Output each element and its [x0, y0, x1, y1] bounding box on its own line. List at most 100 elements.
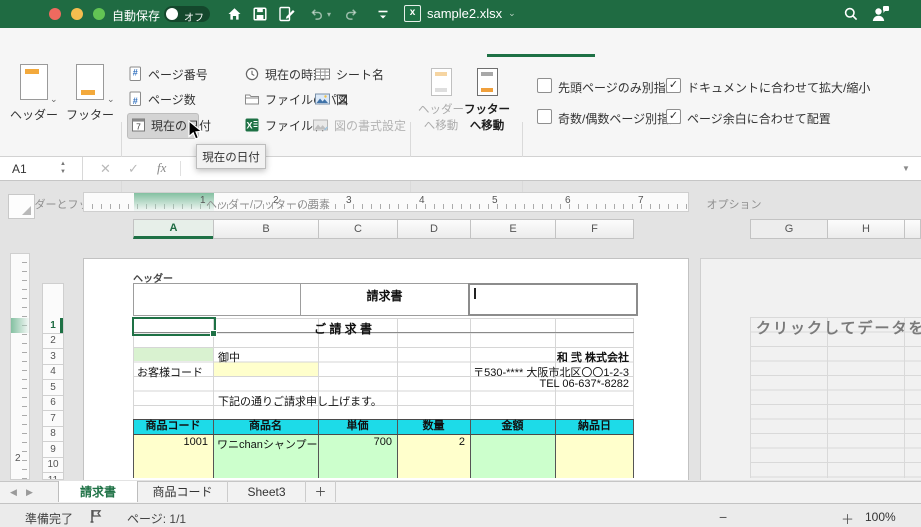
save-icon[interactable]: [252, 6, 268, 27]
table-header-qty[interactable]: 数量: [397, 420, 470, 433]
zoom-out-icon[interactable]: −: [719, 509, 727, 525]
home-icon[interactable]: [226, 6, 243, 27]
checkbox-scale-with-document[interactable]: ✓: [666, 78, 681, 93]
minimize-window-button[interactable]: [71, 8, 83, 20]
row-header-7[interactable]: 7: [43, 411, 63, 427]
column-header-a[interactable]: A: [133, 219, 214, 239]
label-align-with-margins[interactable]: ページ余白に合わせて配置: [687, 110, 831, 127]
row-header-9[interactable]: 9: [43, 442, 63, 458]
filename: sample2.xlsx: [427, 6, 503, 21]
row-header-1[interactable]: 1: [43, 318, 63, 334]
column-header-h[interactable]: H: [827, 219, 905, 239]
insert-function-icon[interactable]: fx: [157, 160, 166, 176]
checkbox-different-odd-even[interactable]: [537, 109, 552, 124]
label-different-odd-even[interactable]: 奇数/偶数ページ別指定: [558, 110, 681, 127]
ribbon-display-options-icon[interactable]: [376, 8, 390, 26]
close-window-button[interactable]: [49, 8, 61, 20]
check-icon: ✓: [668, 110, 679, 122]
macro-flag-icon[interactable]: [88, 508, 104, 524]
table-header-price[interactable]: 単価: [318, 420, 397, 433]
document-title[interactable]: x sample2.xlsx ⌄: [404, 5, 516, 22]
undo-chevron-icon[interactable]: ▾: [327, 10, 331, 19]
company-name[interactable]: 和 弐 株式会社: [400, 349, 629, 365]
picture-button[interactable]: 図: [314, 89, 348, 109]
footer-chevron-icon[interactable]: ⌄: [107, 94, 115, 105]
format-picture-button: 図の書式設定: [312, 115, 406, 135]
checkbox-align-with-margins[interactable]: ✓: [666, 109, 681, 124]
stepper-up-icon[interactable]: ▲: [60, 160, 66, 168]
checkbox-different-first-page[interactable]: [537, 78, 552, 93]
row-headers: 1 2 3 4 5 6 7 8 9 10 11: [42, 283, 64, 480]
sheet-name-button[interactable]: シート名: [314, 64, 384, 84]
cancel-icon[interactable]: ✕: [100, 161, 111, 177]
row-header-10[interactable]: 10: [43, 458, 63, 473]
column-header-e[interactable]: E: [470, 219, 556, 239]
table-header-amount[interactable]: 金額: [470, 420, 555, 433]
row-header-11[interactable]: 11: [43, 473, 63, 479]
search-icon[interactable]: [843, 6, 859, 27]
edit-document-icon[interactable]: [277, 5, 296, 28]
onchu-text[interactable]: 御中: [218, 349, 240, 365]
row-header-4[interactable]: 4: [43, 365, 63, 380]
row-header-8[interactable]: 8: [43, 427, 63, 442]
column-header-b[interactable]: B: [213, 219, 319, 239]
tab-scroll-right-icon[interactable]: ▶: [26, 487, 33, 498]
page-header-center[interactable]: 請求書: [300, 283, 469, 316]
sheet-tab-invoice[interactable]: 請求書: [58, 481, 138, 502]
column-header-c[interactable]: C: [318, 219, 398, 239]
page-number-label: ページ番号: [148, 67, 208, 82]
undo-button[interactable]: ▾: [308, 6, 331, 22]
vertical-ruler: 2: [10, 253, 30, 480]
row-header-6[interactable]: 6: [43, 396, 63, 411]
tab-scroll-left-icon[interactable]: ◀: [10, 487, 17, 498]
current-time-button[interactable]: 現在の時刻: [244, 64, 325, 84]
stepper-down-icon[interactable]: ▼: [60, 168, 66, 176]
table-header-code[interactable]: 商品コード: [133, 420, 213, 433]
excel-window: 自動保存 オフ ▾ x sample2.xlsx ⌄ ヘッダー ⌄ フッター ⌄…: [0, 0, 921, 527]
picture-label: 図: [336, 92, 349, 107]
invoice-note[interactable]: 下記の通りご請求申し上げます。: [218, 393, 382, 409]
label-different-first-page[interactable]: 先頭ページのみ別指定: [558, 79, 678, 96]
zoom-in-icon[interactable]: ＋: [841, 509, 854, 527]
column-header-g[interactable]: G: [750, 219, 828, 239]
autosave-toggle[interactable]: オフ: [164, 6, 210, 24]
row-header-3[interactable]: 3: [43, 349, 63, 365]
fill-handle[interactable]: [210, 330, 217, 337]
invoice-title[interactable]: ご 請 求 書: [213, 320, 473, 337]
item-price[interactable]: 700: [318, 436, 392, 448]
header-chevron-icon[interactable]: ⌄: [50, 94, 58, 105]
page2-placeholder[interactable]: クリックしてデータを: [756, 317, 921, 338]
title-bar: 自動保存 オフ ▾ x sample2.xlsx ⌄: [0, 0, 921, 28]
item-qty[interactable]: 2: [397, 436, 465, 448]
go-to-footer-button[interactable]: フッター へ移動: [464, 68, 510, 133]
select-all-corner[interactable]: [8, 194, 35, 219]
company-tel[interactable]: TEL 06-637*-8282: [430, 378, 630, 390]
customer-code-label[interactable]: お客様コード: [137, 364, 203, 380]
item-code[interactable]: 1001: [133, 436, 208, 448]
add-sheet-button[interactable]: ＋: [306, 481, 336, 502]
formula-bar-expand-icon[interactable]: ▼: [902, 164, 910, 173]
row-header-5[interactable]: 5: [43, 380, 63, 396]
row-header-2[interactable]: 2: [43, 334, 63, 349]
enter-icon[interactable]: ✓: [128, 161, 139, 177]
column-header-f[interactable]: F: [555, 219, 634, 239]
redo-button[interactable]: [343, 6, 360, 27]
name-box-stepper[interactable]: ▲ ▼: [60, 160, 66, 176]
zoom-window-button[interactable]: [93, 8, 105, 20]
account-icon[interactable]: [871, 5, 891, 28]
column-header-partial[interactable]: [904, 219, 921, 239]
sheet-tab-product-code[interactable]: 商品コード: [138, 481, 228, 502]
name-box[interactable]: A1: [12, 162, 27, 176]
table-header-name[interactable]: 商品名: [213, 420, 318, 433]
page-count-button[interactable]: # ページ数: [128, 89, 196, 109]
label-scale-with-document[interactable]: ドキュメントに合わせて拡大/縮小: [687, 79, 870, 96]
item-name[interactable]: ワニchanシャンプー: [217, 436, 318, 452]
page-header-right-active[interactable]: [468, 283, 638, 316]
column-header-d[interactable]: D: [397, 219, 471, 239]
sheet-tab-sheet3[interactable]: Sheet3: [228, 481, 306, 502]
zoom-level[interactable]: 100%: [865, 510, 896, 524]
active-cell-selection[interactable]: [132, 317, 217, 337]
table-header-delivery[interactable]: 納品日: [555, 420, 634, 433]
page-number-button[interactable]: # ページ番号: [128, 64, 208, 84]
page-header-left[interactable]: [133, 283, 301, 316]
